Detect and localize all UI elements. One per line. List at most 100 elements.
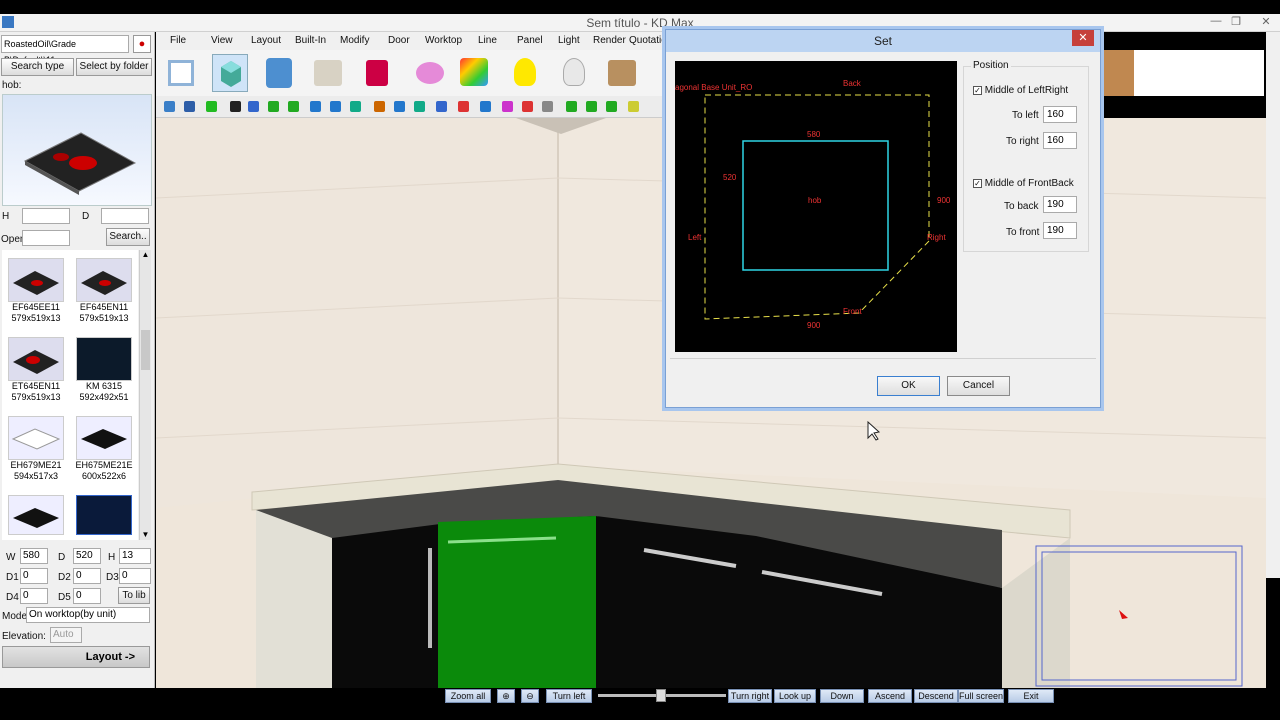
elevation-field[interactable]: Auto	[50, 627, 82, 643]
menu-worktop[interactable]: Worktop	[425, 35, 462, 46]
menu-door[interactable]: Door	[388, 35, 410, 46]
rotation-slider[interactable]	[598, 689, 726, 702]
move-down-icon[interactable]	[330, 101, 341, 112]
full-screen-button[interactable]: Full screen	[958, 689, 1004, 703]
h-filter-select[interactable]	[22, 208, 70, 224]
arrow-right-icon[interactable]	[522, 101, 533, 112]
d5-field[interactable]: 0	[73, 588, 101, 604]
ascend-button[interactable]: Ascend	[868, 689, 912, 703]
look-up-button[interactable]: Look up	[774, 689, 816, 703]
ok-button[interactable]: OK	[877, 376, 940, 396]
rotation-slider-thumb[interactable]	[656, 689, 666, 702]
exit-button[interactable]: Exit	[1008, 689, 1054, 703]
middle-frontback-checkbox[interactable]: ✓ Middle of FrontBack	[973, 178, 1074, 189]
d2-field[interactable]: 0	[73, 568, 101, 584]
zoom-all-button[interactable]: Zoom all	[445, 689, 491, 703]
menu-panel[interactable]: Panel	[517, 35, 543, 46]
library-path-field[interactable]: RoastedOil\Grade B\Default\\11	[1, 35, 129, 65]
marker-icon[interactable]	[586, 101, 597, 112]
color-icon[interactable]	[458, 101, 469, 112]
close-window-icon[interactable]: ✕	[1256, 15, 1276, 29]
play-icon[interactable]	[230, 101, 241, 112]
measure-icon[interactable]	[502, 101, 513, 112]
material-icon[interactable]	[460, 58, 488, 86]
to-right-field[interactable]: 160	[1043, 132, 1077, 149]
thumb-km6315[interactable]: KM 6315 592x492x51	[76, 337, 138, 403]
select-icon[interactable]	[248, 101, 259, 112]
appliance-icon[interactable]	[266, 58, 292, 88]
map-icon[interactable]	[606, 101, 617, 112]
scroll-thumb[interactable]	[141, 330, 150, 370]
thumb-eh675me21e[interactable]: EH675ME21E 600x522x6	[75, 416, 138, 482]
distribute-icon[interactable]	[394, 101, 405, 112]
to-back-field[interactable]: 190	[1043, 196, 1077, 213]
rotate-icon[interactable]	[268, 101, 279, 112]
scroll-down-icon[interactable]: ▼	[140, 530, 151, 540]
room-icon[interactable]	[168, 60, 194, 86]
circle-icon[interactable]	[542, 101, 553, 112]
menu-light[interactable]: Light	[558, 35, 580, 46]
down-button[interactable]: Down	[820, 689, 864, 703]
move-up-icon[interactable]	[310, 101, 321, 112]
thumb-ef645ee11[interactable]: EF645EE11 579x519x13	[8, 258, 70, 324]
mode-select[interactable]: On worktop(by unit)	[26, 607, 150, 623]
undo-icon[interactable]	[206, 101, 217, 112]
thumb-ef645en11[interactable]: EF645EN11 579x519x13	[76, 258, 138, 324]
d1-field[interactable]: 0	[20, 568, 48, 584]
thumbnail-scrollbar[interactable]: ▲ ▼	[139, 250, 151, 540]
turn-right-button[interactable]: Turn right	[728, 689, 772, 703]
cancel-button[interactable]: Cancel	[947, 376, 1010, 396]
light-bulb-off-icon[interactable]	[563, 58, 585, 86]
menu-render[interactable]: Render	[593, 35, 626, 46]
select-by-folder-button[interactable]: Select by folder	[76, 58, 152, 76]
depth-field[interactable]: 520	[73, 548, 101, 564]
menu-modify[interactable]: Modify	[340, 35, 369, 46]
right-scroll-strip[interactable]	[1266, 32, 1280, 578]
to-lib-button[interactable]: To lib	[118, 587, 150, 604]
thumb-et645en11[interactable]: ET645EN11 579x519x13	[8, 337, 70, 403]
snap-icon[interactable]	[436, 101, 447, 112]
to-left-field[interactable]: 160	[1043, 106, 1077, 123]
align-icon[interactable]	[374, 101, 385, 112]
open-filter-select[interactable]	[22, 230, 70, 246]
grid-icon[interactable]	[414, 101, 425, 112]
refresh-icon[interactable]	[288, 101, 299, 112]
to-front-field[interactable]: 190	[1043, 222, 1077, 239]
turn-left-button[interactable]: Turn left	[546, 689, 592, 703]
scroll-up-icon[interactable]: ▲	[140, 250, 151, 260]
height-field[interactable]: 13	[119, 548, 151, 564]
cabinet-icon[interactable]	[212, 54, 248, 92]
width-field[interactable]: 580	[20, 548, 48, 564]
search-button[interactable]: Search..	[106, 228, 150, 246]
menu-line[interactable]: Line	[478, 35, 497, 46]
zoom-out-icon[interactable]: ⊖	[521, 689, 539, 703]
render-icon[interactable]	[608, 60, 636, 86]
maximize-icon[interactable]: ❐	[1226, 15, 1246, 29]
dialog-close-icon[interactable]: ✕	[1072, 30, 1094, 46]
d-filter-select[interactable]	[101, 208, 149, 224]
dimension-icon[interactable]	[480, 101, 491, 112]
thumb-partial-2-selected[interactable]	[76, 495, 132, 535]
chart-icon[interactable]	[628, 101, 639, 112]
palette-icon[interactable]: ●	[133, 35, 151, 53]
menu-built-in[interactable]: Built-In	[295, 35, 326, 46]
open-icon[interactable]	[164, 101, 175, 112]
decor-icon[interactable]	[314, 60, 342, 86]
thumb-eh679me21[interactable]: EH679ME21 594x517x3	[8, 416, 70, 482]
thumb-partial-1[interactable]	[8, 495, 64, 535]
accessory-icon[interactable]	[366, 60, 388, 86]
descend-button[interactable]: Descend	[914, 689, 958, 703]
minimize-icon[interactable]: —	[1206, 15, 1226, 29]
d3-field[interactable]: 0	[119, 568, 151, 584]
menu-file[interactable]: File	[170, 35, 186, 46]
layout-button[interactable]: Layout ->	[2, 646, 150, 668]
search-type-button[interactable]: Search type	[1, 58, 74, 76]
effects-icon[interactable]	[416, 62, 444, 84]
menu-layout[interactable]: Layout	[251, 35, 281, 46]
d4-field[interactable]: 0	[20, 588, 48, 604]
pointer-icon[interactable]	[566, 101, 577, 112]
menu-view[interactable]: View	[211, 35, 233, 46]
info-icon[interactable]	[350, 101, 361, 112]
light-bulb-on-icon[interactable]	[514, 58, 536, 86]
save-icon[interactable]	[184, 101, 195, 112]
